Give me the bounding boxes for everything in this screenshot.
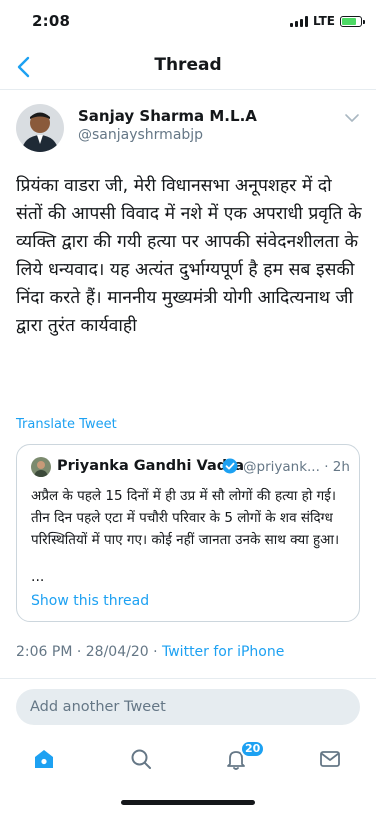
add-tweet-input[interactable]: Add another Tweet — [16, 689, 360, 725]
nav-bar: Thread — [0, 44, 376, 90]
messages-icon — [320, 751, 340, 767]
tab-messages[interactable] — [313, 742, 347, 776]
chevron-down-icon — [345, 114, 359, 122]
tweet-source-link[interactable]: Twitter for iPhone — [162, 644, 284, 660]
tweet-timestamp: 2:06 PM · 28/04/20 · Twitter for iPhone — [16, 644, 285, 660]
network-type: LTE — [312, 14, 335, 28]
show-thread-link[interactable]: Show this thread — [31, 593, 149, 609]
quoted-tweet-card[interactable]: Priyanka Gandhi Vadra @priyank... · 2h अ… — [16, 444, 360, 622]
status-bar: 2:08 LTE — [0, 0, 376, 44]
home-indicator[interactable] — [121, 800, 255, 805]
verified-icon — [222, 458, 238, 474]
author-name[interactable]: Sanjay Sharma M.L.A — [78, 107, 257, 125]
divider — [0, 678, 376, 679]
tab-home[interactable] — [27, 742, 61, 776]
quoted-tweet-age: · 2h — [324, 459, 350, 475]
quoted-tweet-text: अप्रैल के पहले 15 दिनों में ही उप्र में … — [31, 488, 340, 548]
search-icon — [131, 749, 151, 769]
quoted-author-handle: @priyank... · 2h — [243, 459, 350, 475]
tweet-options-button[interactable] — [342, 108, 362, 128]
battery-icon — [340, 15, 365, 27]
quoted-author-name: Priyanka Gandhi Vadra — [57, 458, 245, 474]
tab-search[interactable] — [124, 742, 158, 776]
home-icon — [35, 750, 53, 768]
status-time: 2:08 — [32, 12, 71, 30]
status-indicators: LTE — [289, 14, 365, 28]
notifications-badge: 20 — [240, 740, 266, 758]
quoted-tweet-ellipsis: ... — [31, 569, 45, 585]
signal-icon — [289, 15, 308, 27]
author-handle[interactable]: @sanjayshrmabjp — [78, 127, 203, 143]
page-title: Thread — [154, 55, 222, 75]
tweet-text: प्रियंका वाडरा जी, मेरी विधानसभा अनूपशहर… — [16, 176, 362, 336]
author-avatar[interactable] — [16, 104, 64, 152]
tab-bar — [0, 738, 376, 778]
quoted-author-avatar — [31, 457, 51, 477]
translate-tweet-link[interactable]: Translate Tweet — [16, 417, 117, 432]
